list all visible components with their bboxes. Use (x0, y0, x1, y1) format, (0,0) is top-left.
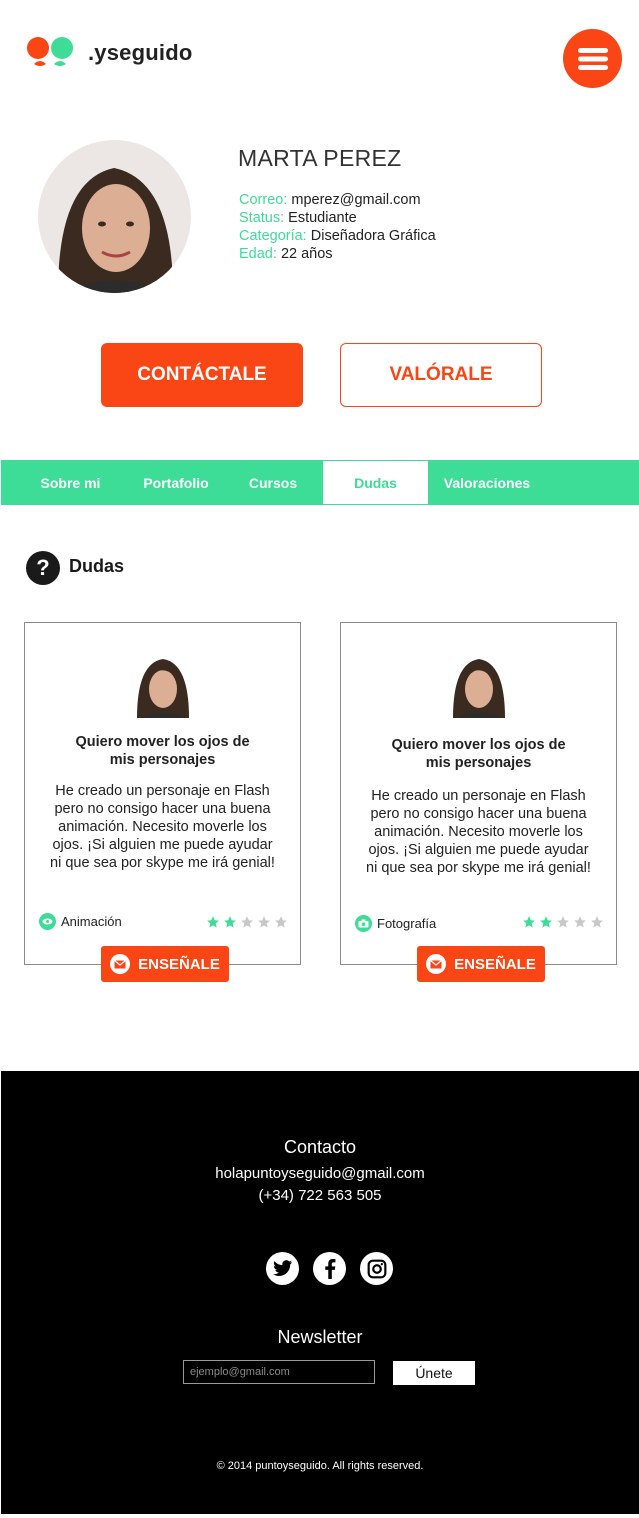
profile-info: Correo: mperez@gmail.com Status: Estudia… (239, 191, 436, 263)
newsletter-submit-button[interactable]: Únete (393, 1361, 475, 1385)
facebook-icon[interactable] (313, 1252, 346, 1285)
profile-name: MARTA PEREZ (238, 145, 402, 171)
star-icon (241, 916, 253, 928)
star-icon (207, 916, 219, 928)
card-title: Quiero mover los ojos de mis personajes (75, 734, 250, 768)
tab-sobre-mi[interactable]: Sobre mi (23, 460, 118, 505)
tab-portafolio[interactable]: Portafolio (121, 460, 231, 505)
rating-stars[interactable] (522, 915, 604, 929)
logo-text[interactable]: .yseguido (88, 40, 193, 66)
rating-stars[interactable] (206, 915, 288, 929)
info-row-category: Categoría: Diseñadora Gráfica (239, 228, 436, 244)
newsletter-email-input[interactable] (183, 1360, 375, 1384)
star-icon (557, 916, 569, 928)
contact-button[interactable]: CONTÁCTALE (101, 343, 303, 407)
star-icon (224, 916, 236, 928)
card-avatar (131, 655, 194, 718)
eye-icon (39, 913, 56, 930)
star-icon (574, 916, 586, 928)
social-links (266, 1252, 393, 1285)
section-title: Dudas (69, 556, 125, 576)
mail-icon (426, 954, 447, 974)
star-icon (275, 916, 287, 928)
card-body: He creado un personaje en Flash pero no … (50, 783, 275, 871)
question-card: Quiero mover los ojos de mis personajes … (340, 622, 617, 982)
rate-button[interactable]: VALÓRALE (340, 343, 542, 407)
footer-email[interactable]: holapuntoyseguido@gmail.com (1, 1165, 639, 1182)
profile-tabs: Sobre mi Portafolio Cursos Dudas Valorac… (1, 460, 639, 505)
tab-dudas[interactable]: Dudas (323, 460, 428, 505)
card-category[interactable]: Animación (39, 913, 122, 930)
info-row-email: Correo: mperez@gmail.com (239, 192, 421, 208)
card-body: He creado un personaje en Flash pero no … (366, 788, 591, 876)
menu-button[interactable] (563, 29, 622, 88)
question-card: Quiero mover los ojos de mis personajes … (24, 622, 301, 982)
info-row-status: Status: Estudiante (239, 210, 357, 226)
footer: Contacto holapuntoyseguido@gmail.com (+3… (1, 1071, 639, 1514)
tab-valoraciones[interactable]: Valoraciones (437, 460, 537, 505)
card-avatar (447, 655, 510, 718)
footer-phone: (+34) 722 563 505 (258, 1187, 382, 1204)
info-row-age: Edad: 22 años (239, 246, 333, 262)
card-title: Quiero mover los ojos de mis personajes (391, 737, 566, 771)
footer-contact-title: Contacto (283, 1137, 357, 1157)
question-icon: ? (26, 551, 60, 585)
newsletter-title: Newsletter (277, 1327, 363, 1347)
star-icon (540, 916, 552, 928)
teach-button[interactable]: ENSEÑALE (417, 946, 545, 982)
camera-icon (355, 915, 372, 932)
card-category[interactable]: Fotografía (355, 915, 436, 932)
profile-avatar (38, 140, 191, 293)
logo-icon[interactable] (26, 36, 76, 72)
instagram-icon[interactable] (360, 1252, 393, 1285)
hamburger-icon (577, 47, 608, 70)
star-icon (591, 916, 603, 928)
teach-button[interactable]: ENSEÑALE (101, 946, 229, 982)
tab-cursos[interactable]: Cursos (232, 460, 314, 505)
copyright: © 2014 puntoyseguido. All rights reserve… (216, 1460, 424, 1472)
twitter-icon[interactable] (266, 1252, 299, 1285)
star-icon (523, 916, 535, 928)
star-icon (258, 916, 270, 928)
mail-icon (110, 954, 131, 974)
